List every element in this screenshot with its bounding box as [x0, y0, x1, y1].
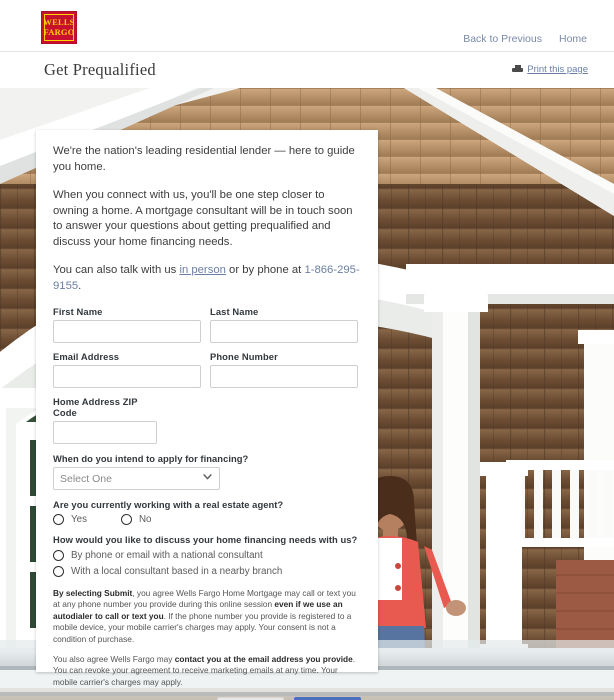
- logo-text-line1: WELLS: [43, 17, 75, 27]
- zip-field-group: Home Address ZIP Code: [53, 396, 157, 444]
- print-this-page-link[interactable]: Print this page: [512, 64, 588, 75]
- logo-text-line2: FARGO: [43, 27, 75, 37]
- intro-p3-mid: or by phone at: [225, 264, 305, 276]
- legal-p1-bold-1: By selecting Submit: [53, 588, 133, 598]
- intro-p3-after: .: [78, 279, 82, 292]
- page-root: WELLS FARGO Back to Previous Home Get Pr…: [0, 0, 614, 700]
- legal-paragraph-1: By selecting Submit, you agree Wells Far…: [53, 588, 361, 645]
- intro-paragraph-1: We're the nation's leading residential l…: [53, 145, 355, 173]
- title-bar: Get Prequalified Print this page: [0, 52, 614, 88]
- real-estate-agent-label: Are you currently working with a real es…: [53, 499, 284, 510]
- discuss-phone-option[interactable]: By phone or email with a national consul…: [53, 550, 263, 561]
- legal-paragraph-2: You also agree Wells Fargo may contact y…: [53, 654, 361, 688]
- radio-circle-icon: [120, 514, 132, 525]
- last-name-label: Last Name: [210, 306, 259, 317]
- agent-no-option[interactable]: No: [120, 514, 152, 525]
- printer-icon: [512, 65, 524, 74]
- back-to-previous-link[interactable]: Back to Previous: [463, 33, 542, 45]
- prequalify-form-panel: We're the nation's leading residential l…: [36, 130, 378, 700]
- page-title: Get Prequalified: [44, 60, 156, 79]
- first-name-field-group: First Name: [53, 306, 201, 343]
- radio-circle-icon: [53, 550, 64, 561]
- phone-field-group: Phone Number: [210, 351, 358, 388]
- intro-paragraph-3: You can also talk with us in person or b…: [53, 263, 361, 294]
- intro-p3-before: You can also talk with us: [53, 264, 180, 276]
- discuss-phone-radio-row: By phone or email with a national consul…: [53, 550, 361, 561]
- first-name-label: First Name: [53, 306, 103, 317]
- intro-text-block: We're the nation's leading residential l…: [53, 144, 361, 294]
- name-field-row: First Name Last Name: [53, 306, 361, 343]
- agent-yes-option[interactable]: Yes: [53, 514, 87, 525]
- contact-field-row: Email Address Phone Number: [53, 351, 361, 388]
- first-name-input[interactable]: [53, 320, 201, 343]
- in-person-link[interactable]: in person: [179, 264, 225, 276]
- logo-inner-frame: WELLS FARGO: [43, 14, 75, 41]
- financing-timing-select[interactable]: Select One: [53, 467, 220, 490]
- intro-paragraph-2: When you connect with us, you'll be one …: [53, 189, 353, 248]
- legal-disclaimer-block: By selecting Submit, you agree Wells Far…: [53, 588, 361, 688]
- home-link[interactable]: Home: [559, 33, 587, 45]
- phone-input[interactable]: [210, 365, 358, 388]
- last-name-input[interactable]: [210, 320, 358, 343]
- discuss-preference-label: How would you like to discuss your home …: [53, 534, 358, 545]
- agent-no-label: No: [138, 514, 152, 525]
- discuss-phone-label: By phone or email with a national consul…: [71, 550, 263, 561]
- agent-yes-label: Yes: [71, 514, 87, 525]
- last-name-field-group: Last Name: [210, 306, 358, 343]
- real-estate-agent-radio-row: Yes No: [53, 514, 361, 525]
- zip-input[interactable]: [53, 421, 157, 444]
- zip-label: Home Address ZIP Code: [53, 396, 138, 418]
- hero-photo: We're the nation's leading residential l…: [0, 88, 614, 700]
- legal-p2-text-1: You also agree Wells Fargo may: [53, 654, 175, 665]
- discuss-local-radio-row: With a local consultant based in a nearb…: [53, 566, 361, 577]
- wells-fargo-logo[interactable]: WELLS FARGO: [41, 11, 77, 44]
- radio-circle-icon: [53, 566, 64, 577]
- legal-p2-bold-1: contact you at the email address you pro…: [174, 654, 353, 665]
- phone-label: Phone Number: [210, 351, 278, 362]
- email-label: Email Address: [53, 351, 120, 362]
- discuss-local-label: With a local consultant based in a nearb…: [71, 566, 283, 577]
- top-navigation: Back to Previous Home: [463, 33, 587, 45]
- print-this-page-label: Print this page: [527, 64, 588, 75]
- email-input[interactable]: [53, 365, 201, 388]
- discuss-local-option[interactable]: With a local consultant based in a nearb…: [53, 566, 282, 577]
- financing-timing-select-wrap[interactable]: Select One: [53, 467, 220, 490]
- radio-circle-icon: [53, 514, 64, 525]
- zip-field-row: Home Address ZIP Code: [53, 396, 361, 444]
- financing-timing-label: When do you intend to apply for financin…: [53, 453, 249, 464]
- email-field-group: Email Address: [53, 351, 201, 388]
- top-bar: WELLS FARGO Back to Previous Home: [0, 0, 614, 52]
